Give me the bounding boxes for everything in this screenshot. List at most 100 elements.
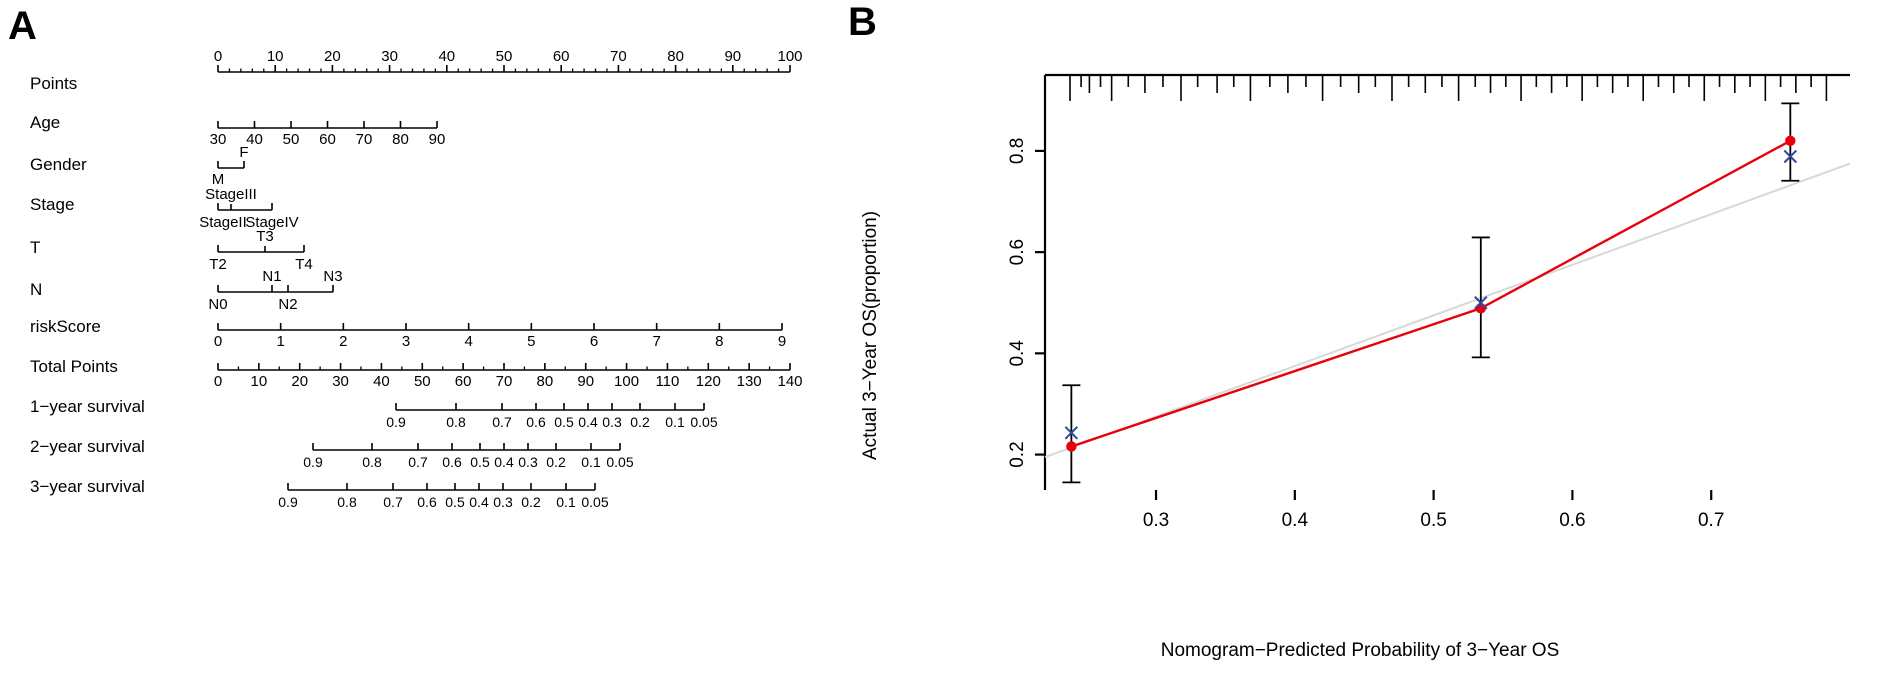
riskscore-axis-tick-label: 7 xyxy=(652,333,660,350)
nomogram-axis-survival-3yr: 0.9 0.8 0.7 0.6 0.5 0.4 0.3 0.2 0.1 0.05 xyxy=(278,483,609,510)
age-axis-tick-label: 90 xyxy=(429,131,446,148)
riskscore-axis-tick-label: 1 xyxy=(276,333,284,350)
survival-3yr-tick-label: 0.9 xyxy=(278,494,298,510)
survival-3yr-tick-label: 0.8 xyxy=(337,494,357,510)
points-axis-tick-label: 80 xyxy=(667,48,684,65)
calibration-observed-line xyxy=(1070,139,1791,448)
nomogram-axis-survival-2yr: 0.9 0.8 0.7 0.6 0.5 0.4 0.3 0.2 0.1 0.05 xyxy=(303,443,634,470)
survival-1yr-tick-label: 0.1 xyxy=(665,414,685,430)
survival-2yr-tick-label: 0.5 xyxy=(470,454,490,470)
totalpoints-axis-tick-label: 90 xyxy=(577,373,594,390)
calibration-error-bars xyxy=(1062,102,1800,484)
points-axis-tick-label: 60 xyxy=(553,48,570,65)
survival-1yr-tick-label: 0.3 xyxy=(602,414,622,430)
calibration-ideal-line xyxy=(1044,162,1851,459)
n-lower-label: N0 xyxy=(208,296,227,313)
points-axis-tick-label: 30 xyxy=(381,48,398,65)
calibration-x-ticks: 0.3 0.4 0.5 0.6 0.7 xyxy=(1143,490,1724,531)
survival-3yr-tick-label: 0.1 xyxy=(556,494,576,510)
calibration-point-marker xyxy=(1785,135,1796,146)
calibration-point-marker xyxy=(1066,441,1077,452)
points-axis-tick-label: 0 xyxy=(214,48,222,65)
survival-2yr-tick-label: 0.05 xyxy=(606,454,633,470)
points-axis-tick-label: 50 xyxy=(496,48,513,65)
calibration-x-tick-label: 0.3 xyxy=(1143,510,1169,531)
nomogram-axis-totalpoints: 0 10 20 30 40 50 60 70 80 90 100 110 120 130 140 xyxy=(214,363,803,390)
age-axis-tick-label: 30 xyxy=(210,131,227,148)
points-axis-tick-label: 90 xyxy=(724,48,741,65)
age-axis-tick-label: 50 xyxy=(283,131,300,148)
survival-2yr-tick-label: 0.8 xyxy=(362,454,382,470)
nomogram-axis-points: 0 10 20 30 40 50 60 70 80 90 100 xyxy=(214,48,803,73)
points-axis-tick-label: 10 xyxy=(267,48,284,65)
nomogram-axis-t: T3 T2 T4 xyxy=(209,228,313,273)
totalpoints-axis-tick-label: 0 xyxy=(214,373,222,390)
riskscore-axis-tick-label: 0 xyxy=(214,333,222,350)
age-axis-tick-label: 60 xyxy=(319,131,336,148)
totalpoints-axis-tick-label: 50 xyxy=(414,373,431,390)
points-axis-tick-label: 70 xyxy=(610,48,627,65)
nomogram-axis-stage: StageIIIStageIIStageIV xyxy=(199,186,298,231)
points-axis-tick-label: 20 xyxy=(324,48,341,65)
calibration-x-tick-label: 0.4 xyxy=(1282,510,1309,531)
calibration-point-marker xyxy=(1475,303,1487,314)
panel-a-nomogram: A Points Age Gender Stage T N riskScore … xyxy=(0,0,830,682)
totalpoints-axis-tick-label: 60 xyxy=(455,373,472,390)
calibration-x-tick-label: 0.6 xyxy=(1559,510,1585,531)
survival-1yr-tick-label: 0.5 xyxy=(554,414,574,430)
t-upper-label: T3 xyxy=(256,228,274,245)
calibration-y-tick-label: 0.8 xyxy=(1007,138,1028,164)
survival-3yr-tick-label: 0.7 xyxy=(383,494,403,510)
survival-3yr-tick-label: 0.3 xyxy=(493,494,513,510)
age-axis-tick-label: 80 xyxy=(392,131,409,148)
calibration-rug-ticks xyxy=(1069,75,1828,101)
survival-1yr-tick-label: 0.6 xyxy=(526,414,546,430)
survival-2yr-tick-label: 0.3 xyxy=(518,454,538,470)
calibration-x-tick-label: 0.5 xyxy=(1420,510,1446,531)
survival-3yr-tick-label: 0.4 xyxy=(469,494,489,510)
nomogram-axis-survival-1yr: 0.9 0.8 0.7 0.6 0.5 0.4 0.3 0.2 0.1 0.05 xyxy=(386,403,718,430)
survival-1yr-tick-label: 0.2 xyxy=(630,414,650,430)
panel-b-calibration: B Actual 3−Year OS(proportion) Nomogram−… xyxy=(830,0,1887,682)
calibration-x-tick-label: 0.7 xyxy=(1698,510,1724,531)
calibration-y-tick-label: 0.6 xyxy=(1007,239,1028,265)
totalpoints-axis-tick-label: 130 xyxy=(737,373,762,390)
gender-upper-label: F xyxy=(239,144,248,161)
survival-2yr-tick-label: 0.1 xyxy=(581,454,601,470)
survival-2yr-tick-label: 0.4 xyxy=(494,454,514,470)
totalpoints-axis-tick-label: 10 xyxy=(251,373,268,390)
stage-upper-label: StageIII xyxy=(205,186,257,203)
riskscore-axis-tick-label: 5 xyxy=(527,333,535,350)
age-axis-tick-label: 40 xyxy=(246,131,263,148)
survival-1yr-tick-label: 0.05 xyxy=(690,414,717,430)
n-upper-label: N1 xyxy=(262,268,281,285)
survival-1yr-tick-label: 0.7 xyxy=(492,414,512,430)
t-lower-label: T4 xyxy=(295,256,313,273)
totalpoints-axis-tick-label: 20 xyxy=(291,373,308,390)
survival-1yr-tick-label: 0.9 xyxy=(386,414,406,430)
survival-1yr-tick-label: 0.8 xyxy=(446,414,466,430)
totalpoints-axis-tick-label: 30 xyxy=(332,373,349,390)
calibration-plot: 0.2 0.4 0.6 0.8 0.3 0.4 0.5 0.6 0.7 xyxy=(1007,73,1851,531)
survival-1yr-tick-label: 0.4 xyxy=(578,414,598,430)
nomogram-axes: 0 10 20 30 40 50 60 70 80 90 10030 40 50 60 70 80 90FMSt… xyxy=(199,48,803,510)
stage-lower-label: StageII xyxy=(199,214,247,231)
calibration-y-ticks: 0.2 0.4 0.6 0.8 xyxy=(1007,138,1045,468)
points-axis-tick-label: 100 xyxy=(777,48,802,65)
n-upper-label: N3 xyxy=(323,268,342,285)
survival-3yr-tick-label: 0.05 xyxy=(581,494,608,510)
totalpoints-axis-tick-label: 70 xyxy=(496,373,513,390)
survival-2yr-tick-label: 0.6 xyxy=(442,454,462,470)
survival-2yr-tick-label: 0.7 xyxy=(408,454,428,470)
totalpoints-axis-tick-label: 80 xyxy=(537,373,554,390)
calibration-observed-points xyxy=(1066,135,1796,452)
nomogram-axis-n: N1 N3 N0 N2 xyxy=(208,268,342,313)
calibration-apparent-markers xyxy=(1064,149,1798,440)
totalpoints-axis-tick-label: 120 xyxy=(696,373,721,390)
totalpoints-axis-tick-label: 40 xyxy=(373,373,390,390)
riskscore-axis-tick-label: 8 xyxy=(715,333,723,350)
t-lower-label: T2 xyxy=(209,256,227,273)
n-lower-label: N2 xyxy=(278,296,297,313)
calibration-y-tick-label: 0.2 xyxy=(1007,441,1028,467)
riskscore-axis-tick-label: 2 xyxy=(339,333,347,350)
